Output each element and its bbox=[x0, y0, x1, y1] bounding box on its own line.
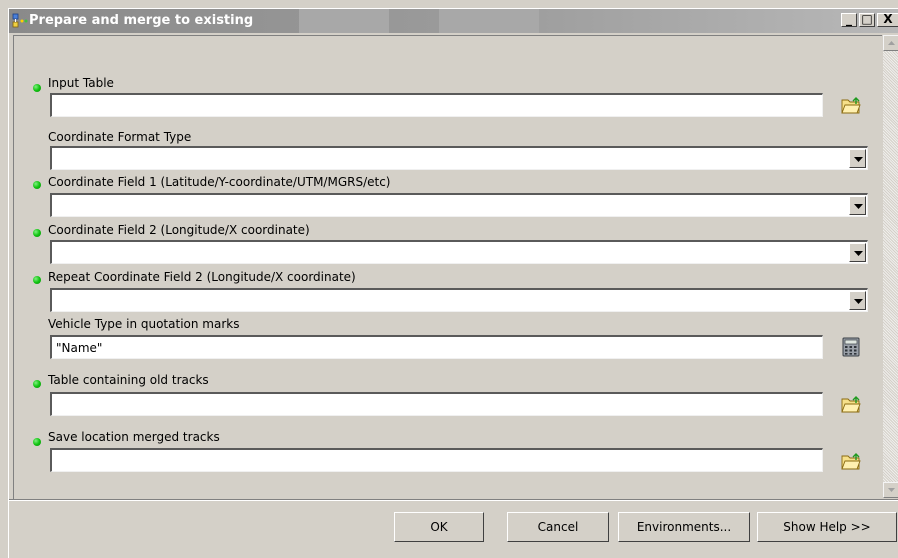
field-label-save-location: Save location merged tracks bbox=[48, 430, 220, 444]
minimize-button[interactable]: _ bbox=[841, 12, 857, 27]
field-label-coordinate-field-1: Coordinate Field 1 (Latitude/Y-coordinat… bbox=[48, 175, 391, 189]
coordinate-field-1-dropdown[interactable] bbox=[50, 193, 868, 217]
vehicle-type-field[interactable]: "Name" bbox=[50, 335, 823, 359]
repeat-coordinate-field-2-dropdown[interactable] bbox=[50, 288, 868, 312]
old-tracks-browse-button[interactable] bbox=[836, 391, 866, 419]
field-label-vehicle-type: Vehicle Type in quotation marks bbox=[48, 317, 240, 331]
open-folder-icon bbox=[841, 396, 861, 413]
chevron-down-icon bbox=[854, 204, 863, 209]
old-tracks-table-field[interactable] bbox=[50, 392, 823, 416]
close-button[interactable]: X bbox=[877, 12, 898, 27]
window-title: Prepare and merge to existing bbox=[29, 13, 254, 28]
scroll-down-button[interactable] bbox=[883, 482, 898, 498]
vertical-scrollbar[interactable] bbox=[883, 35, 898, 498]
field-label-repeat-coordinate-field-2: Repeat Coordinate Field 2 (Longitude/X c… bbox=[48, 270, 356, 284]
title-bar[interactable]: Prepare and merge to existing _ □ X bbox=[9, 9, 898, 33]
open-folder-icon bbox=[841, 453, 861, 470]
required-indicator bbox=[33, 276, 41, 284]
save-location-field[interactable] bbox=[50, 448, 823, 472]
divider bbox=[9, 499, 898, 501]
chevron-down-icon bbox=[888, 488, 895, 492]
chevron-down-icon bbox=[854, 299, 863, 304]
required-indicator bbox=[33, 181, 41, 189]
show-help-button[interactable]: Show Help >> bbox=[757, 512, 897, 542]
dropdown-arrow-button[interactable] bbox=[849, 196, 866, 215]
dropdown-arrow-button[interactable] bbox=[849, 243, 866, 262]
model-tool-icon bbox=[12, 13, 30, 29]
cancel-button[interactable]: Cancel bbox=[507, 512, 609, 542]
save-location-browse-button[interactable] bbox=[836, 448, 866, 476]
field-label-input-table: Input Table bbox=[48, 76, 114, 90]
scroll-up-button[interactable] bbox=[883, 35, 898, 51]
chevron-down-icon bbox=[854, 157, 863, 162]
required-indicator bbox=[33, 380, 41, 388]
field-label-old-tracks: Table containing old tracks bbox=[48, 373, 209, 387]
chevron-down-icon bbox=[854, 251, 863, 256]
dialog-window: Prepare and merge to existing _ □ X Inpu… bbox=[8, 8, 898, 558]
maximize-button[interactable]: □ bbox=[859, 12, 875, 27]
dropdown-arrow-button[interactable] bbox=[849, 291, 866, 310]
close-icon: X bbox=[883, 12, 893, 26]
calculator-icon bbox=[842, 337, 860, 357]
input-table-browse-button[interactable] bbox=[836, 92, 866, 120]
maximize-icon: □ bbox=[861, 12, 873, 26]
parameters-panel: Input Table Coordinate Format Type Coord… bbox=[13, 35, 882, 499]
field-label-coordinate-field-2: Coordinate Field 2 (Longitude/X coordina… bbox=[48, 223, 310, 237]
coordinate-field-2-dropdown[interactable] bbox=[50, 240, 868, 264]
environments-button[interactable]: Environments... bbox=[618, 512, 750, 542]
input-table-field[interactable] bbox=[50, 93, 823, 117]
expression-builder-button[interactable] bbox=[836, 333, 866, 361]
required-indicator bbox=[33, 229, 41, 237]
ok-button[interactable]: OK bbox=[394, 512, 484, 542]
minimize-icon: _ bbox=[846, 12, 852, 26]
coordinate-format-dropdown[interactable] bbox=[50, 146, 868, 170]
field-label-coordinate-format: Coordinate Format Type bbox=[48, 130, 192, 144]
required-indicator bbox=[33, 84, 41, 92]
open-folder-icon bbox=[841, 97, 861, 114]
required-indicator bbox=[33, 438, 41, 446]
dropdown-arrow-button[interactable] bbox=[849, 149, 866, 168]
chevron-up-icon bbox=[888, 41, 895, 45]
